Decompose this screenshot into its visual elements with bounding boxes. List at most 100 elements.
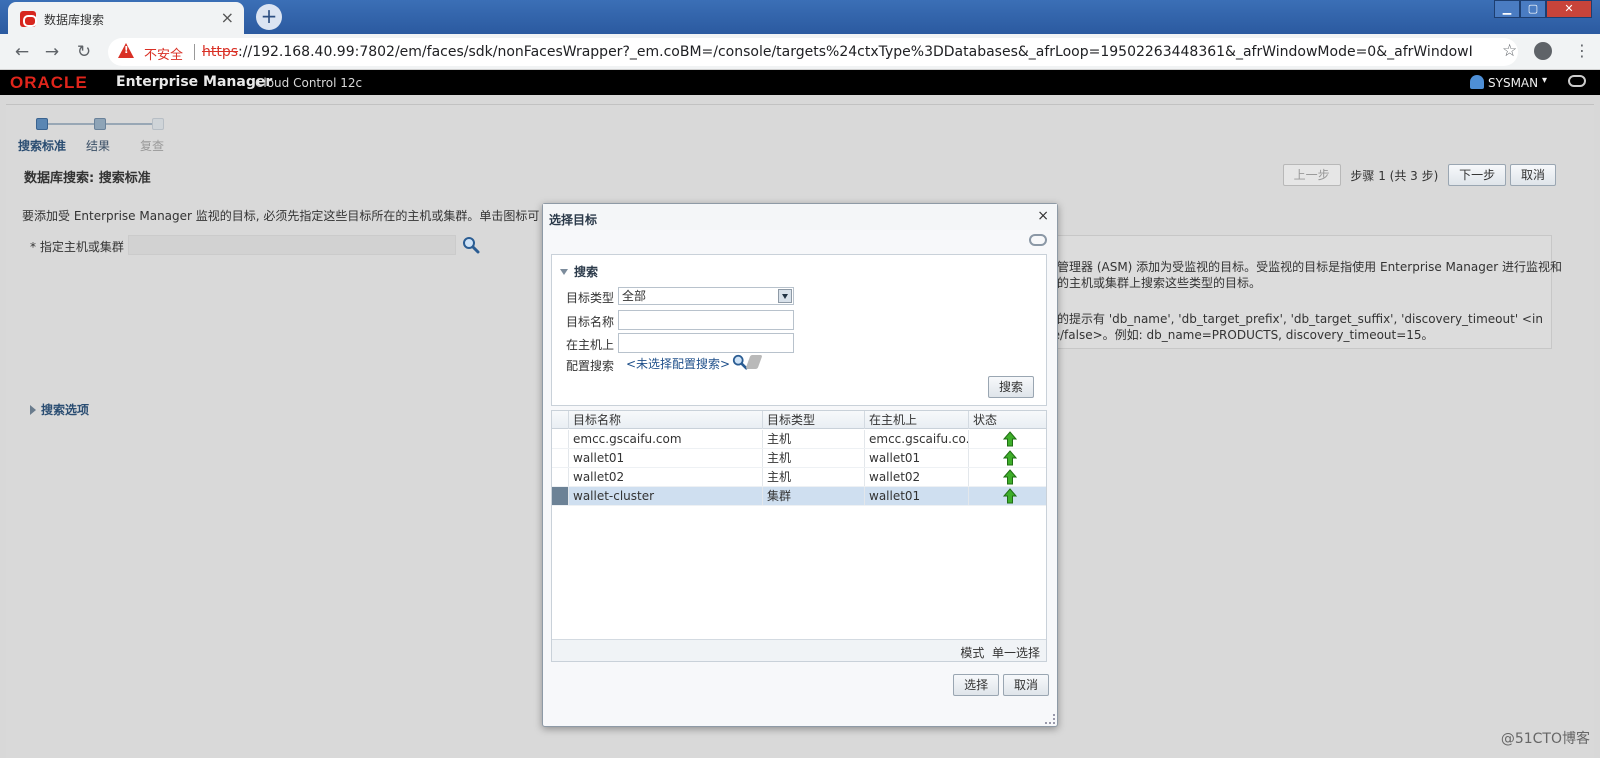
search-icon[interactable] bbox=[462, 236, 480, 254]
cell-target-type: 主机 bbox=[762, 430, 864, 448]
close-icon[interactable]: × bbox=[1037, 208, 1049, 224]
address-bar: ← → ↻ 不安全 https://192.168.40.99:7802/em/… bbox=[0, 34, 1600, 70]
train-label-review: 复查 bbox=[140, 139, 165, 153]
train-connector bbox=[106, 123, 158, 125]
table-row[interactable]: wallet01 主机 wallet01 bbox=[552, 449, 1046, 468]
row-selector[interactable] bbox=[552, 468, 568, 486]
back-button[interactable]: 上一步 bbox=[1282, 164, 1341, 186]
table-header: 目标名称 目标类型 在主机上 状态 bbox=[552, 411, 1046, 429]
browser-tab[interactable]: 数据库搜索 × bbox=[8, 2, 244, 34]
product-subtitle: Cloud Control 12c bbox=[255, 76, 363, 90]
select-button[interactable]: 选择 bbox=[953, 674, 1000, 696]
tab-close-icon[interactable]: × bbox=[221, 8, 234, 27]
status-up-arrow-icon bbox=[1003, 469, 1017, 485]
train-stop-results[interactable] bbox=[94, 118, 106, 130]
browser-menu-icon[interactable]: ⋮ bbox=[1574, 41, 1590, 60]
cell-on-host: wallet01 bbox=[864, 449, 968, 467]
target-type-select[interactable]: 全部 bbox=[618, 287, 794, 305]
info-line: 储管理器 (ASM) 添加为受监视的目标。受监视的目标是指使用 Enterpri… bbox=[1045, 260, 1562, 274]
next-button[interactable]: 下一步 bbox=[1448, 164, 1507, 186]
cell-status bbox=[968, 487, 1046, 505]
bookmark-star-icon[interactable]: ☆ bbox=[1502, 41, 1517, 61]
on-host-label: 在主机上 bbox=[566, 338, 615, 352]
train-stop-review bbox=[152, 118, 164, 130]
url-scheme: https bbox=[202, 44, 239, 60]
search-options-disclosure[interactable]: 搜索选项 bbox=[30, 401, 89, 418]
dialog-cancel-button[interactable]: 取消 bbox=[1002, 674, 1049, 696]
row-selector[interactable] bbox=[552, 430, 568, 448]
mode-label: 模式 bbox=[960, 646, 985, 660]
oracle-logo[interactable]: ORACLE bbox=[10, 73, 88, 93]
config-search-link[interactable]: <未选择配置搜索> bbox=[626, 355, 730, 372]
cell-target-type: 主机 bbox=[762, 468, 864, 486]
info-line: ue/false>。例如: db_name=PRODUCTS, discover… bbox=[1045, 328, 1434, 342]
maximize-button[interactable]: ▢ bbox=[1520, 0, 1546, 18]
targets-table: 目标名称 目标类型 在主机上 状态 emcc.gscaifu.com 主机 em… bbox=[551, 410, 1047, 662]
column-header-target-type[interactable]: 目标类型 bbox=[762, 411, 864, 429]
search-button[interactable]: 搜索 bbox=[988, 376, 1035, 398]
chevron-down-icon[interactable] bbox=[778, 289, 792, 303]
account-icon[interactable] bbox=[1534, 42, 1552, 60]
cell-target-name: emcc.gscaifu.com bbox=[568, 430, 762, 448]
status-up-arrow-icon bbox=[1003, 488, 1017, 504]
chevron-down-icon[interactable]: ▾ bbox=[1542, 75, 1547, 86]
cell-on-host: emcc.gscaifu.co... bbox=[864, 430, 968, 448]
intro-text: 要添加受 Enterprise Manager 监视的目标, 必须先指定这些目标… bbox=[22, 209, 540, 223]
dialog-title: 选择目标 bbox=[549, 213, 598, 227]
search-panel-toggle[interactable]: 搜索 bbox=[560, 263, 598, 280]
info-box: 储管理器 (ASM) 添加为受监视的目标。受监视的目标是指使用 Enterpri… bbox=[1038, 235, 1562, 349]
insecure-label[interactable]: 不安全 bbox=[144, 44, 183, 63]
cell-on-host: wallet02 bbox=[864, 468, 968, 486]
omnibox-divider bbox=[194, 44, 195, 60]
row-selector[interactable] bbox=[552, 449, 568, 467]
step-indicator: 步骤 1 (共 3 步) bbox=[1350, 168, 1439, 183]
target-name-input[interactable] bbox=[618, 310, 794, 330]
cell-on-host: wallet01 bbox=[864, 487, 968, 505]
host-or-cluster-input[interactable] bbox=[128, 235, 456, 255]
forward-arrow-icon[interactable]: → bbox=[42, 42, 62, 62]
page-title: 数据库搜索: 搜索标准 bbox=[24, 171, 151, 186]
oracle-favicon-icon bbox=[20, 11, 37, 27]
table-row[interactable]: emcc.gscaifu.com 主机 emcc.gscaifu.co... bbox=[552, 430, 1046, 449]
help-bubble-icon[interactable] bbox=[1029, 234, 1047, 246]
cancel-button[interactable]: 取消 bbox=[1509, 164, 1556, 186]
cell-target-type: 集群 bbox=[762, 487, 864, 505]
dialog-header: 选择目标 × bbox=[543, 204, 1057, 230]
mode-value: 单一选择 bbox=[991, 646, 1040, 660]
column-header-status[interactable]: 状态 bbox=[968, 411, 1046, 429]
train-label-search-criteria[interactable]: 搜索标准 bbox=[18, 137, 66, 154]
user-menu[interactable]: SYSMAN bbox=[1488, 76, 1538, 90]
train-connector bbox=[42, 123, 94, 125]
new-tab-button[interactable]: + bbox=[256, 4, 282, 30]
resize-grip-icon[interactable] bbox=[1045, 714, 1055, 724]
target-name-label: 目标名称 bbox=[566, 315, 615, 329]
warning-triangle-icon[interactable] bbox=[118, 43, 134, 58]
eraser-icon[interactable] bbox=[745, 355, 763, 369]
user-icon bbox=[1470, 75, 1484, 89]
reload-icon[interactable]: ↻ bbox=[74, 42, 94, 62]
product-name: Enterprise Manager bbox=[116, 74, 273, 90]
train-label-results[interactable]: 结果 bbox=[86, 137, 110, 154]
column-header-target-name[interactable]: 目标名称 bbox=[568, 411, 762, 429]
cell-status bbox=[968, 468, 1046, 486]
on-host-input[interactable] bbox=[618, 333, 794, 353]
row-selector[interactable] bbox=[552, 487, 568, 505]
table-row-selected[interactable]: wallet-cluster 集群 wallet01 bbox=[552, 487, 1046, 506]
column-header-on-host[interactable]: 在主机上 bbox=[864, 411, 968, 429]
help-bubble-icon[interactable] bbox=[1568, 75, 1586, 87]
table-footer: 模式 单一选择 bbox=[552, 639, 1046, 661]
train-stop-search-criteria[interactable] bbox=[36, 118, 48, 130]
browser-titlebar: 数据库搜索 × + ▁ ▢ ✕ bbox=[0, 0, 1600, 34]
url-path: ://192.168.40.99:7802/em/faces/sdk/nonFa… bbox=[238, 44, 1472, 60]
target-type-value: 全部 bbox=[622, 289, 647, 303]
url-text[interactable]: https://192.168.40.99:7802/em/faces/sdk/… bbox=[202, 44, 1472, 60]
host-field-label: * 指定主机或集群 bbox=[30, 240, 124, 254]
table-row[interactable]: wallet02 主机 wallet02 bbox=[552, 468, 1046, 487]
status-up-arrow-icon bbox=[1003, 450, 1017, 466]
url-field[interactable]: 不安全 https://192.168.40.99:7802/em/faces/… bbox=[108, 38, 1518, 66]
search-panel: 搜索 目标类型 全部 目标名称 在主机上 配置搜索 <未选择配置搜索> 搜索 bbox=[551, 254, 1047, 406]
back-arrow-icon[interactable]: ← bbox=[12, 42, 32, 62]
wizard-train: 搜索标准 结果 复查 bbox=[18, 117, 168, 157]
minimize-button[interactable]: ▁ bbox=[1494, 0, 1520, 18]
window-close-button[interactable]: ✕ bbox=[1546, 0, 1592, 18]
